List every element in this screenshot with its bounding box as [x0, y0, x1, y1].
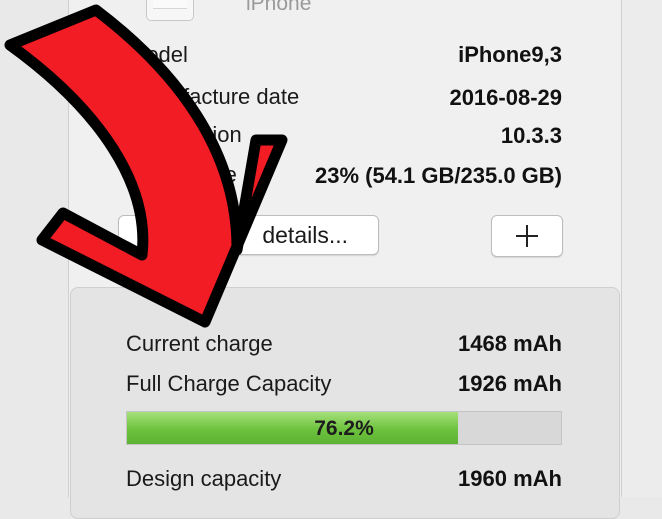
disk-usage-value: 23% (54.1 GB/235.0 GB): [314, 163, 562, 188]
device-name: iPhone: [246, 0, 312, 15]
manufacture-date-label: Manufacture date: [128, 84, 300, 109]
battery-health-percent: 76.2%: [314, 417, 374, 440]
design-capacity-label: Design capacity: [126, 466, 282, 491]
current-charge-value: 1468 mAh: [458, 331, 562, 356]
window-edge: [622, 0, 662, 497]
manufacture-date-value: 2016-08-29: [449, 85, 562, 110]
full-charge-capacity-label: Full Charge Capacity: [126, 371, 332, 396]
current-charge-label: Current charge: [126, 331, 273, 356]
battery-health-bar: 76.2%: [126, 411, 562, 445]
add-button[interactable]: [491, 215, 563, 257]
design-capacity-value: 1960 mAh: [458, 466, 562, 491]
details-button[interactable]: details...: [118, 215, 379, 255]
ios-version-label: iOS version: [128, 122, 242, 147]
disk-usage-label: Disk usage: [128, 162, 237, 187]
model-value: iPhone9,3: [458, 42, 562, 67]
full-charge-capacity-value: 1926 mAh: [458, 371, 562, 396]
ios-version-value: 10.3.3: [500, 123, 562, 148]
device-thumbnail-icon: [146, 0, 194, 21]
model-label: Model: [128, 42, 188, 67]
